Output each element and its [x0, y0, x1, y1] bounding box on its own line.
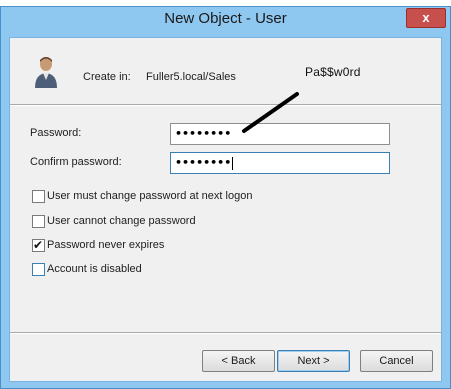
annotation-arrow-line [242, 92, 299, 133]
